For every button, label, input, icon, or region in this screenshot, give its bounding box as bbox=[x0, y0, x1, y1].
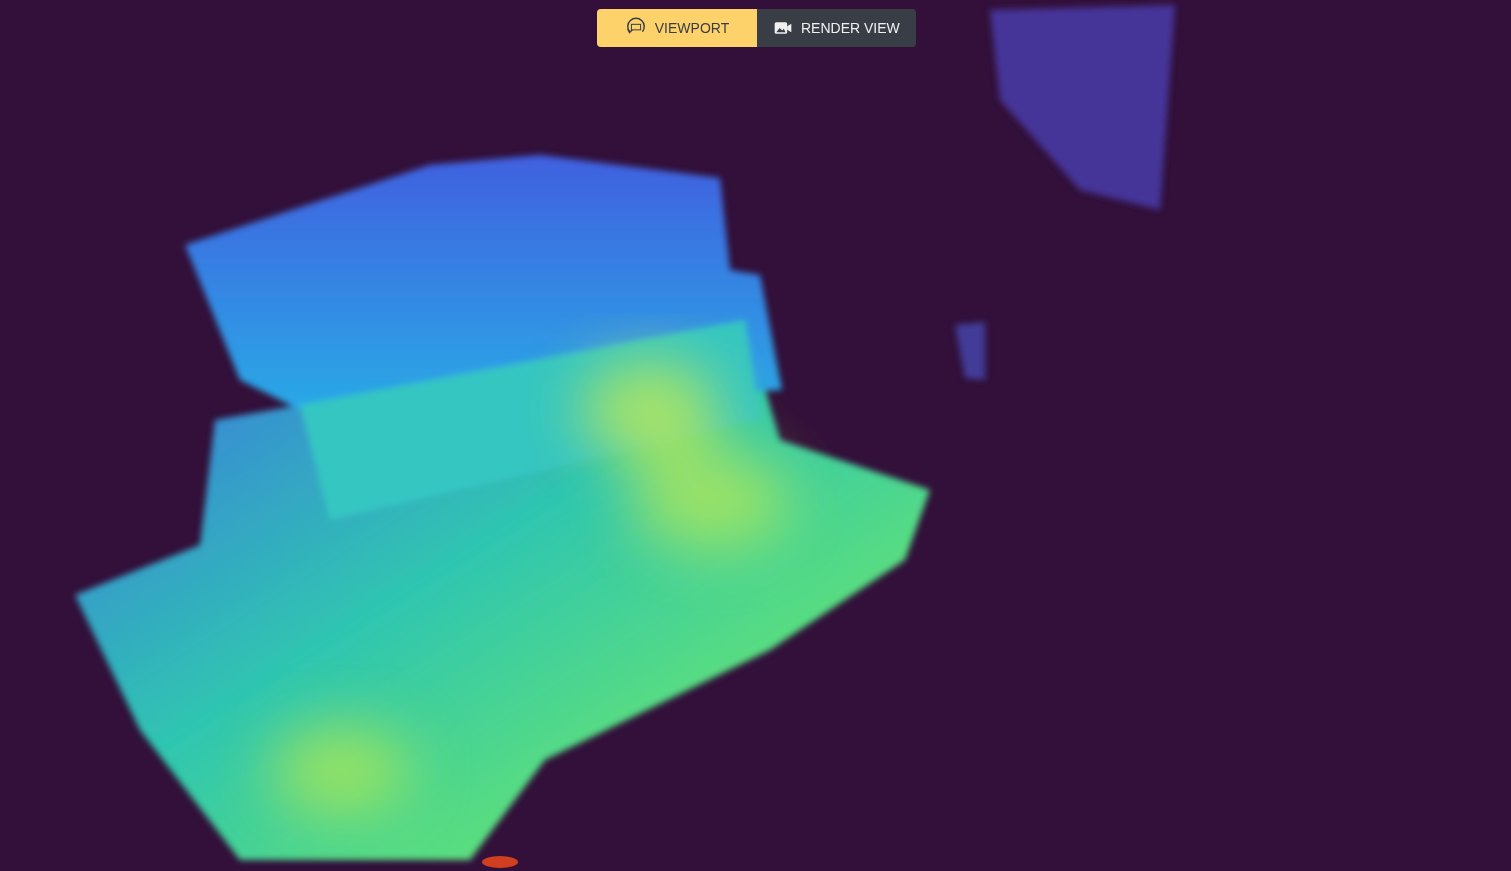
tab-label: RENDER VIEW bbox=[801, 20, 900, 36]
3d-rotate-icon bbox=[625, 17, 647, 39]
video-image-icon bbox=[773, 18, 793, 38]
view-tabs: VIEWPORT RENDER VIEW bbox=[597, 9, 916, 47]
tab-label: VIEWPORT bbox=[655, 20, 729, 36]
view-tab[interactable]: RENDER VIEW bbox=[757, 9, 916, 47]
depth-render[interactable] bbox=[0, 0, 1511, 871]
viewer: VIEWPORT RENDER VIEW bbox=[0, 0, 1511, 871]
view-tab[interactable]: VIEWPORT bbox=[597, 9, 757, 47]
